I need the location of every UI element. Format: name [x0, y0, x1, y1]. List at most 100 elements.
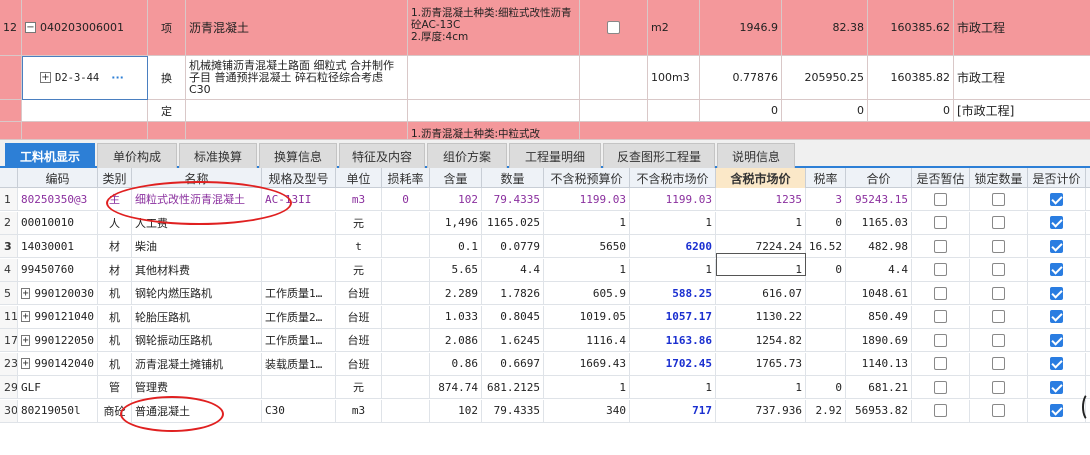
header-priced[interactable]: 是否计价 — [1028, 168, 1086, 188]
cell-tax-market[interactable]: 737.936 — [716, 399, 806, 422]
cell-total[interactable]: 1140.13 — [846, 352, 912, 375]
cell-total[interactable]: 482.98 — [846, 235, 912, 257]
cell-name[interactable]: 人工费 — [132, 211, 262, 234]
cell-loss[interactable]: 0 — [382, 188, 430, 210]
resource-row[interactable]: 30 80219050l 商砼 普通混凝土 C30 m3 102 79.4335 340 717 7… — [0, 399, 1090, 423]
cell-unit[interactable]: 元 — [336, 211, 382, 234]
cell-tax-market[interactable]: 616.07 — [716, 282, 806, 304]
cell-market[interactable]: 1199.03 — [630, 188, 716, 210]
blank-qty-cell[interactable]: 0 — [700, 100, 782, 121]
cell-cat[interactable]: 管 — [98, 376, 132, 398]
cell-qty[interactable]: 1.7826 — [482, 282, 544, 304]
priced-checkbox[interactable] — [1050, 310, 1063, 323]
quota-row-d2-3-44[interactable]: + D2-3-44 ··· 换 机械摊铺沥青混凝土路面 细粒式 合并制作子目 普… — [0, 56, 1090, 100]
est-checkbox[interactable] — [934, 380, 947, 394]
resource-row[interactable]: 5 +990120030 机 钢轮内燃压路机 工作质量1… 台班 2.289 1.7826 60… — [0, 282, 1090, 305]
item-name-cell[interactable]: 沥青混凝土 — [186, 0, 408, 55]
cell-total[interactable]: 1165.03 — [846, 211, 912, 234]
cell-market[interactable]: 1 — [630, 376, 716, 398]
lock-checkbox[interactable] — [992, 357, 1005, 370]
cell-loss[interactable] — [382, 235, 430, 257]
item-features-cell[interactable]: 1.沥青混凝土种类:细粒式改性沥青砼AC-13C 2.厚度:4cm — [408, 0, 580, 55]
cell-loss[interactable] — [382, 376, 430, 398]
cell-spec[interactable]: C30 — [262, 399, 336, 422]
cell-budget[interactable]: 1116.4 — [544, 329, 630, 351]
cell-budget[interactable]: 1 — [544, 211, 630, 234]
header-estimate[interactable]: 是否暂估 — [912, 168, 970, 188]
cell-content[interactable]: 0.86 — [430, 352, 482, 375]
cell-name[interactable]: 管理费 — [132, 376, 262, 398]
cell-total[interactable]: 681.21 — [846, 376, 912, 398]
blank-name-cell[interactable] — [186, 100, 408, 121]
cell-unit[interactable]: 台班 — [336, 282, 382, 304]
cell-budget[interactable]: 1 — [544, 376, 630, 398]
cell-content[interactable]: 1,496 — [430, 211, 482, 234]
item-row-12[interactable]: 12 − 040203006001 项 沥青混凝土 1.沥青混凝土种类:细粒式改… — [0, 0, 1090, 56]
priced-checkbox[interactable] — [1050, 380, 1063, 394]
cell-loss[interactable] — [382, 258, 430, 281]
tab-quantity-detail[interactable]: 工程量明细 — [509, 143, 601, 168]
cell-cat[interactable]: 材 — [98, 258, 132, 281]
header-market-price[interactable]: 不含税市场价 — [630, 168, 716, 188]
tab-labor-material-machine[interactable]: 工料机显示 — [5, 143, 95, 168]
header-name[interactable]: 名称 — [132, 168, 262, 188]
cell-budget[interactable]: 1019.05 — [544, 305, 630, 328]
resource-row[interactable]: 2 00010010 人 人工费 元 1,496 1165.025 1 1 1 0 1165.03 — [0, 211, 1090, 235]
expand-icon[interactable]: + — [40, 72, 51, 83]
more-button[interactable]: ··· — [111, 71, 124, 84]
est-checkbox[interactable] — [934, 263, 947, 276]
quota-name-cell[interactable]: 机械摊铺沥青混凝土路面 细粒式 合并制作子目 普通预拌混凝土 碎石粒径综合考虑 … — [186, 56, 408, 99]
cell-budget[interactable]: 1669.43 — [544, 352, 630, 375]
header-unit[interactable]: 单位 — [336, 168, 382, 188]
cell-tax-rate[interactable] — [806, 329, 846, 351]
est-checkbox[interactable] — [934, 404, 947, 417]
cell-tax-market[interactable]: 1130.22 — [716, 305, 806, 328]
cell-loss[interactable] — [382, 399, 430, 422]
header-budget-price[interactable]: 不含税预算价 — [544, 168, 630, 188]
cell-total[interactable]: 850.49 — [846, 305, 912, 328]
cell-spec[interactable]: 工作质量2… — [262, 305, 336, 328]
cell-spec[interactable]: 装载质量1… — [262, 352, 336, 375]
lock-checkbox[interactable] — [992, 286, 1005, 300]
cell-unit[interactable]: 台班 — [336, 329, 382, 351]
cell-content[interactable]: 5.65 — [430, 258, 482, 281]
est-checkbox[interactable] — [934, 310, 947, 323]
cell-spec[interactable]: AC-13II — [262, 188, 336, 210]
item-checkbox[interactable] — [607, 21, 620, 34]
est-checkbox[interactable] — [934, 216, 947, 229]
cell-tax-market[interactable]: 1 — [716, 211, 806, 234]
tab-standard-conversion[interactable]: 标准换算 — [179, 143, 257, 168]
cell-market[interactable]: 1163.86 — [630, 329, 716, 351]
cell-total[interactable]: 1890.69 — [846, 329, 912, 351]
cell-qty[interactable]: 4.4 — [482, 258, 544, 281]
cell-total[interactable]: 56953.82 — [846, 399, 912, 422]
cell-code[interactable]: +990121040 — [18, 305, 98, 328]
cell-tax-rate[interactable]: 3 — [806, 188, 846, 210]
resource-row[interactable]: 23 +990142040 机 沥青混凝土摊铺机 装载质量1… 台班 0.86 0.6697 1… — [0, 352, 1090, 376]
item-check-cell[interactable] — [580, 0, 648, 55]
cell-code[interactable]: 80250350@3 — [18, 188, 98, 210]
cell-budget[interactable]: 1199.03 — [544, 188, 630, 210]
est-checkbox[interactable] — [934, 333, 947, 347]
cell-code[interactable]: 00010010 — [18, 211, 98, 234]
cell-qty[interactable]: 0.8045 — [482, 305, 544, 328]
cell-qty[interactable]: 79.4335 — [482, 188, 544, 210]
cell-market[interactable]: 1057.17 — [630, 305, 716, 328]
cell-name[interactable]: 轮胎压路机 — [132, 305, 262, 328]
tab-conversion-info[interactable]: 换算信息 — [259, 143, 337, 168]
cell-cat[interactable]: 机 — [98, 282, 132, 304]
priced-checkbox[interactable] — [1050, 216, 1063, 229]
cell-tax-market[interactable]: 7224.24 — [716, 235, 806, 257]
lock-checkbox[interactable] — [992, 380, 1005, 394]
cell-cat[interactable]: 主 — [98, 188, 132, 210]
lock-checkbox[interactable] — [992, 192, 1005, 206]
lock-checkbox[interactable] — [992, 263, 1005, 276]
cell-name[interactable]: 钢轮内燃压路机 — [132, 282, 262, 304]
expand-icon[interactable]: + — [21, 358, 31, 369]
cell-loss[interactable] — [382, 329, 430, 351]
header-code[interactable]: 编码 — [18, 168, 98, 188]
cell-cat[interactable]: 人 — [98, 211, 132, 234]
cell-spec[interactable] — [262, 211, 336, 234]
header-extra[interactable]: 应 — [1086, 168, 1090, 188]
cell-tax-rate[interactable]: 0 — [806, 258, 846, 281]
